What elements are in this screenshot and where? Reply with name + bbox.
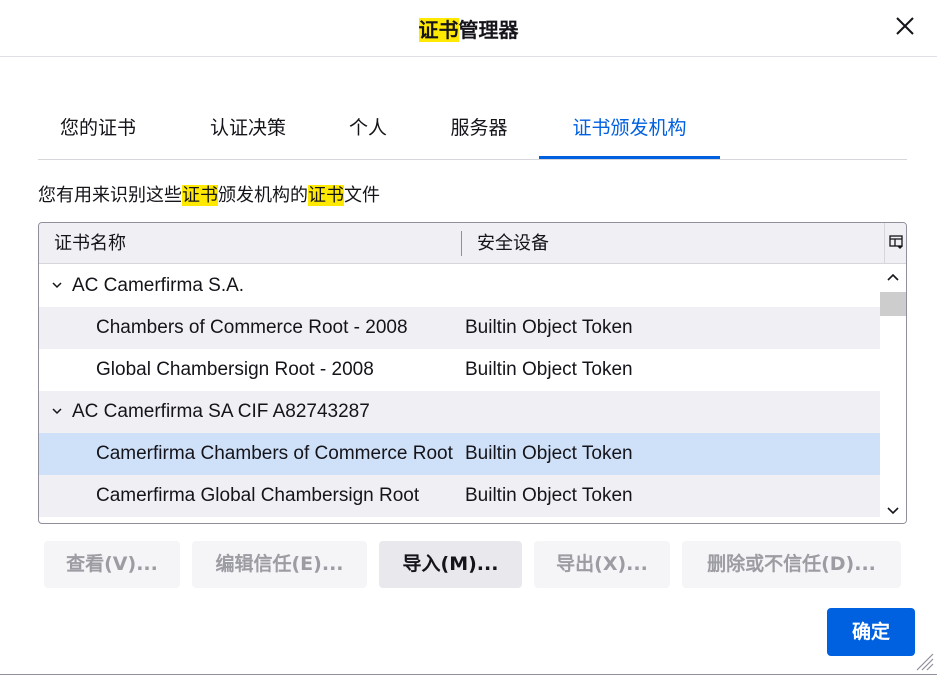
column-header-name[interactable]: 证书名称 — [54, 223, 126, 264]
ok-button[interactable]: 确定 — [827, 608, 915, 656]
tree-row-group[interactable]: AC Camerfirma SA CIF A82743287 — [39, 391, 880, 433]
export-button[interactable]: 导出(X)... — [534, 541, 670, 588]
tab-authorities[interactable]: 证书颁发机构 — [539, 100, 720, 159]
resize-grip-icon[interactable] — [913, 650, 935, 672]
cert-device: Builtin Object Token — [465, 485, 633, 506]
tree-header: 证书名称 安全设备 — [39, 223, 906, 264]
tab-people[interactable]: 个人 — [338, 100, 398, 159]
desc-highlight-2: 证书 — [308, 185, 344, 206]
import-button[interactable]: 导入(M)... — [379, 541, 522, 588]
certificate-manager-dialog: 证书管理器 您的证书 认证决策 个人 服务器 证书颁发机构 您有用来识别这些证书… — [0, 0, 937, 675]
tree-row-cert[interactable]: Global Chambersign Root - 2008 Builtin O… — [39, 349, 880, 391]
tree-row-cert-selected[interactable]: Camerfirma Chambers of Commerce Root Bui… — [39, 433, 880, 475]
desc-highlight-1: 证书 — [182, 185, 218, 206]
cert-name: Camerfirma Chambers of Commerce Root — [96, 443, 453, 464]
desc-part-1: 您有用来识别这些 — [38, 185, 182, 206]
authorities-description: 您有用来识别这些证书颁发机构的证书文件 — [38, 181, 380, 207]
cert-name: Camerfirma Global Chambersign Root — [96, 485, 420, 506]
tab-authentication-decisions[interactable]: 认证决策 — [188, 100, 308, 159]
chevron-down-icon[interactable] — [51, 279, 63, 291]
tree-rows: AC Camerfirma S.A. Chambers of Commerce … — [39, 265, 880, 523]
cert-device: Builtin Object Token — [465, 359, 633, 380]
edit-trust-button[interactable]: 编辑信任(E)... — [192, 541, 367, 588]
scroll-thumb[interactable] — [880, 292, 906, 316]
cert-device: Builtin Object Token — [465, 317, 633, 338]
delete-or-distrust-button[interactable]: 删除或不信任(D)... — [682, 541, 901, 588]
tree-row-cert[interactable]: Camerfirma Global Chambersign Root Built… — [39, 475, 880, 517]
close-icon — [896, 17, 914, 35]
chevron-down-icon[interactable] — [51, 405, 63, 417]
dialog-title: 证书管理器 — [0, 14, 937, 43]
scroll-up-icon[interactable] — [885, 269, 901, 285]
scroll-down-icon[interactable] — [885, 503, 901, 519]
cert-name: Chambers of Commerce Root - 2008 — [96, 317, 408, 338]
certificate-tree[interactable]: 证书名称 安全设备 AC Camerfirma S.A. Chambers of… — [38, 222, 907, 524]
tab-your-certificates[interactable]: 您的证书 — [48, 100, 148, 159]
title-highlight: 证书 — [418, 18, 459, 42]
title-bar: 证书管理器 — [0, 0, 937, 57]
column-picker-button[interactable] — [884, 223, 906, 264]
view-button[interactable]: 查看(V)... — [44, 541, 180, 588]
desc-part-2: 颁发机构的 — [218, 185, 308, 206]
column-picker-icon — [889, 235, 903, 249]
close-button[interactable] — [893, 14, 917, 38]
cert-name: Global Chambersign Root - 2008 — [96, 359, 374, 380]
group-name: AC Camerfirma S.A. — [72, 275, 245, 296]
group-name: AC Camerfirma SA CIF A82743287 — [72, 401, 370, 422]
column-header-device[interactable]: 安全设备 — [477, 223, 549, 264]
title-rest: 管理器 — [458, 18, 519, 42]
cert-device: Builtin Object Token — [465, 443, 633, 464]
desc-part-3: 文件 — [344, 185, 380, 206]
tree-row-group[interactable]: AC Camerfirma S.A. — [39, 265, 880, 307]
column-separator[interactable] — [461, 231, 462, 256]
tab-servers[interactable]: 服务器 — [438, 100, 520, 159]
tab-bar: 您的证书 认证决策 个人 服务器 证书颁发机构 — [38, 100, 907, 160]
tree-scrollbar[interactable] — [880, 265, 906, 523]
tree-row-cert[interactable]: Chambers of Commerce Root - 2008 Builtin… — [39, 307, 880, 349]
